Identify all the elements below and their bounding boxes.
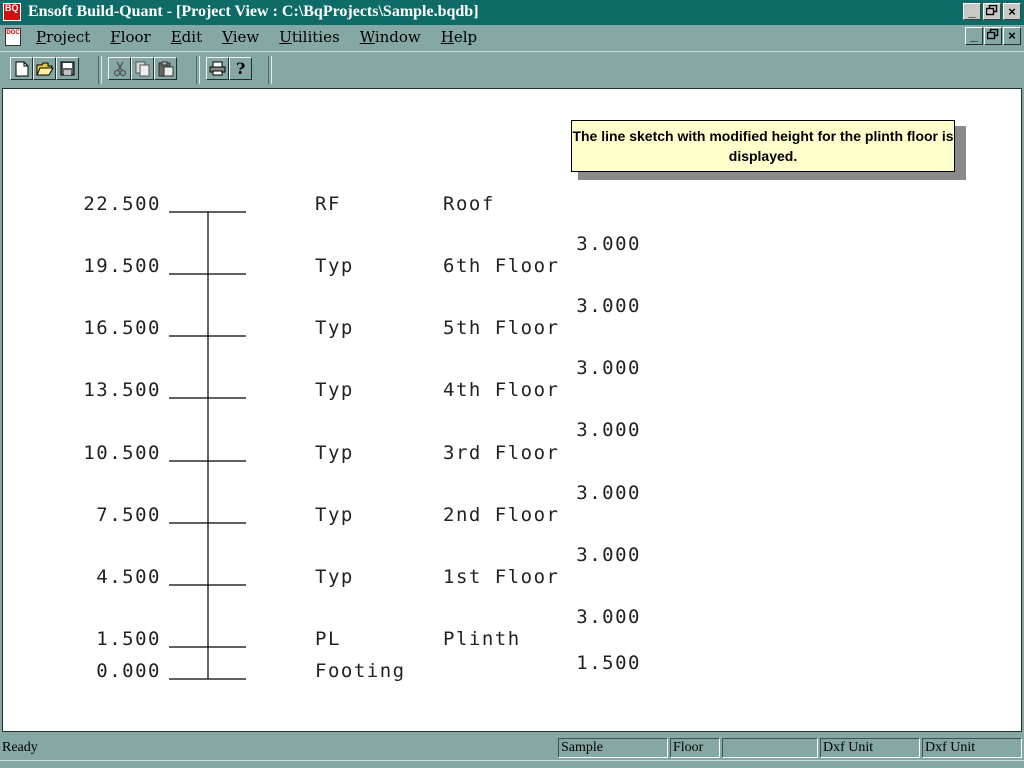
level-name: 3rd Floor — [443, 442, 559, 464]
paste-button[interactable] — [154, 57, 177, 80]
document-icon[interactable]: DOC — [5, 28, 21, 46]
level-type: Typ — [315, 379, 354, 401]
new-button[interactable] — [10, 57, 33, 80]
cut-icon — [113, 61, 126, 76]
level-type: Typ — [315, 442, 354, 464]
mdi-minimize-button[interactable]: _ — [965, 27, 983, 45]
mdi-close-button[interactable]: × — [1003, 27, 1021, 45]
level-type: PL — [315, 628, 341, 650]
level-elevation: 22.500 — [83, 193, 161, 215]
app-icon[interactable]: BQ — [3, 3, 21, 21]
level-name: 4th Floor — [443, 379, 559, 401]
level-name: 5th Floor — [443, 317, 559, 339]
status-dxf-unit-1: Dxf Unit — [820, 738, 920, 758]
status-ready: Ready — [2, 740, 38, 755]
menu-item-floor[interactable]: Floor — [110, 28, 150, 46]
minimize-button[interactable]: _ — [963, 3, 981, 20]
print-icon — [209, 61, 226, 76]
floor-height: 3.000 — [576, 482, 641, 504]
level-elevation: 4.500 — [96, 566, 161, 588]
restore-button[interactable] — [983, 3, 1001, 20]
project-view-canvas[interactable]: 22.500 RF Roof 3.000 19.500 Typ 6th Floor 3.000… — [2, 88, 1022, 732]
floor-height: 3.000 — [576, 233, 641, 255]
window-title: Ensoft Build-Quant - [Project View : C:\… — [28, 3, 479, 20]
menu-item-project[interactable]: Project — [36, 28, 90, 46]
status-project: Sample — [558, 738, 668, 758]
floor-height: 3.000 — [576, 357, 641, 379]
level-elevation: 16.500 — [83, 317, 161, 339]
paste-icon — [158, 61, 173, 76]
floor-line-sketch: 22.500 RF Roof 3.000 19.500 Typ 6th Floor 3.000… — [83, 193, 641, 682]
floor-height: 3.000 — [576, 606, 641, 628]
level-type: Typ — [315, 504, 354, 526]
open-icon — [35, 62, 54, 76]
level-type: Footing — [315, 660, 406, 682]
level-name: Roof — [443, 193, 495, 215]
level-elevation: 0.000 — [96, 660, 161, 682]
menu-item-help[interactable]: Help — [441, 28, 477, 46]
level-name: 6th Floor — [443, 255, 559, 277]
level-type: RF — [315, 193, 341, 215]
level-name: 2nd Floor — [443, 504, 559, 526]
floor-height: 3.000 — [576, 295, 641, 317]
level-elevation: 1.500 — [96, 628, 161, 650]
title-bar[interactable]: BQ Ensoft Build-Quant - [Project View : … — [0, 0, 1024, 25]
new-icon — [15, 61, 28, 76]
menu-item-view[interactable]: View — [222, 28, 259, 46]
help-button[interactable]: ? — [229, 57, 252, 80]
floor-height: 3.000 — [576, 419, 641, 441]
help-icon: ? — [236, 60, 245, 77]
status-floor: Floor — [670, 738, 720, 758]
level-elevation: 7.500 — [96, 504, 161, 526]
svg-text:?: ? — [236, 60, 245, 77]
close-button[interactable]: × — [1003, 3, 1021, 20]
level-elevation: 13.500 — [83, 379, 161, 401]
menu-item-window[interactable]: Window — [360, 28, 421, 46]
level-type: Typ — [315, 566, 354, 588]
restore-icon — [986, 28, 999, 40]
menu-item-edit[interactable]: Edit — [171, 28, 202, 46]
level-elevation: 19.500 — [83, 255, 161, 277]
status-bar: Ready Sample Floor Dxf Unit Dxf Unit — [0, 736, 1024, 760]
print-button[interactable] — [206, 57, 229, 80]
menu-bar: DOC Project Floor Edit View Utilities Window H… — [0, 25, 1024, 50]
menu-item-utilities[interactable]: Utilities — [279, 28, 339, 46]
cut-button[interactable] — [108, 57, 131, 80]
level-name: Plinth — [443, 628, 521, 650]
mdi-restore-button[interactable] — [984, 27, 1002, 45]
save-icon — [60, 61, 75, 76]
floor-height: 3.000 — [576, 544, 641, 566]
save-button[interactable] — [56, 57, 79, 80]
toolbar: ? — [0, 51, 1024, 87]
status-blank — [722, 738, 818, 758]
restore-icon — [985, 4, 998, 16]
open-button[interactable] — [33, 57, 56, 80]
level-type: Typ — [315, 255, 354, 277]
callout-note: The line sketch with modified height for… — [571, 120, 955, 172]
status-dxf-unit-2: Dxf Unit — [922, 738, 1022, 758]
copy-icon — [135, 61, 149, 76]
level-name: 1st Floor — [443, 566, 559, 588]
level-type: Typ — [315, 317, 354, 339]
copy-button[interactable] — [131, 57, 154, 80]
floor-height: 1.500 — [576, 652, 641, 674]
level-elevation: 10.500 — [83, 442, 161, 464]
